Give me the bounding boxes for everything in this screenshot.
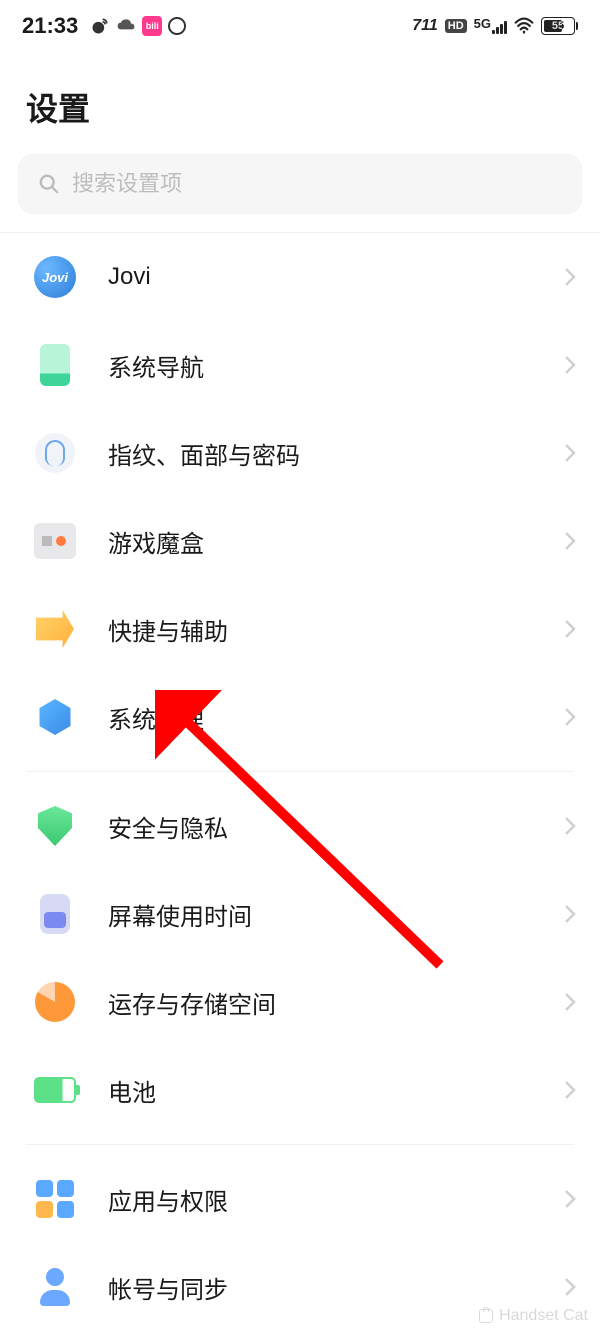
network-text-icon: 711	[412, 17, 438, 35]
chevron-right-icon	[564, 1189, 576, 1209]
status-right: 711 HD 5G 55	[412, 16, 578, 36]
status-left: 21:33 bili	[22, 13, 186, 39]
item-label: 帐号与同步	[108, 1270, 564, 1305]
settings-list: Jovi Jovi 系统导航 指纹、面部与密码 游戏魔盒 快捷与辅助 系统管理 …	[0, 233, 600, 1331]
chevron-right-icon	[564, 816, 576, 836]
battery-icon	[34, 1069, 76, 1111]
settings-item-shortcut-accessibility[interactable]: 快捷与辅助	[0, 585, 600, 673]
item-label: 系统管理	[108, 700, 564, 735]
cloud-icon	[116, 16, 136, 36]
item-label: 运存与存储空间	[108, 985, 564, 1020]
screentime-icon	[34, 893, 76, 935]
watermark-lock-icon	[479, 1309, 493, 1323]
status-time: 21:33	[22, 13, 78, 39]
search-icon	[38, 173, 60, 195]
item-label: 屏幕使用时间	[108, 897, 564, 932]
watermark-text: Handset Cat	[499, 1307, 588, 1325]
chevron-right-icon	[564, 904, 576, 924]
arrow-shortcut-icon	[34, 608, 76, 650]
item-label: 应用与权限	[108, 1182, 564, 1217]
hexagon-system-icon	[34, 696, 76, 738]
bilibili-icon: bili	[142, 16, 162, 36]
settings-item-game-box[interactable]: 游戏魔盒	[0, 497, 600, 585]
chevron-right-icon	[564, 443, 576, 463]
item-label: 快捷与辅助	[108, 612, 564, 647]
status-icons-left: bili	[90, 16, 186, 36]
signal-5g-group: 5G	[474, 19, 507, 34]
chevron-right-icon	[564, 1277, 576, 1297]
settings-item-screen-time[interactable]: 屏幕使用时间	[0, 870, 600, 958]
jovi-icon: Jovi	[34, 256, 76, 298]
ring-icon	[168, 17, 186, 35]
gamepad-icon	[34, 520, 76, 562]
settings-item-apps-permissions[interactable]: 应用与权限	[0, 1155, 600, 1243]
item-label: 指纹、面部与密码	[108, 436, 564, 471]
settings-item-jovi[interactable]: Jovi Jovi	[0, 233, 600, 321]
settings-item-system-navigation[interactable]: 系统导航	[0, 321, 600, 409]
signal-bars-icon	[492, 20, 507, 34]
phone-nav-icon	[34, 344, 76, 386]
chevron-right-icon	[564, 355, 576, 375]
group-divider	[26, 1144, 574, 1145]
weibo-icon	[90, 16, 110, 36]
settings-item-security-privacy[interactable]: 安全与隐私	[0, 782, 600, 870]
search-input[interactable]	[72, 171, 562, 197]
item-label: 游戏魔盒	[108, 524, 564, 559]
settings-item-fingerprint-face-password[interactable]: 指纹、面部与密码	[0, 409, 600, 497]
settings-item-system-management[interactable]: 系统管理	[0, 673, 600, 761]
item-label: Jovi	[108, 263, 564, 291]
storage-pie-icon	[34, 981, 76, 1023]
chevron-right-icon	[564, 707, 576, 727]
battery-indicator-icon: 55	[541, 17, 578, 35]
shield-icon	[34, 805, 76, 847]
status-bar: 21:33 bili 711 HD 5G 55	[0, 0, 600, 48]
item-label: 电池	[108, 1073, 564, 1108]
account-person-icon	[34, 1266, 76, 1308]
settings-item-ram-storage[interactable]: 运存与存储空间	[0, 958, 600, 1046]
apps-grid-icon	[34, 1178, 76, 1220]
fingerprint-icon	[34, 432, 76, 474]
chevron-right-icon	[564, 267, 576, 287]
search-bar[interactable]	[18, 154, 582, 214]
item-label: 系统导航	[108, 348, 564, 383]
item-label: 安全与隐私	[108, 809, 564, 844]
chevron-right-icon	[564, 992, 576, 1012]
battery-percent: 55	[552, 20, 564, 32]
chevron-right-icon	[564, 531, 576, 551]
page-title: 设置	[0, 48, 600, 154]
hd-badge-icon: HD	[445, 19, 467, 33]
chevron-right-icon	[564, 1080, 576, 1100]
network-5g-icon: 5G	[474, 16, 491, 31]
settings-item-battery[interactable]: 电池	[0, 1046, 600, 1134]
watermark: Handset Cat	[479, 1307, 588, 1325]
group-divider	[26, 771, 574, 772]
chevron-right-icon	[564, 619, 576, 639]
wifi-icon	[514, 16, 534, 36]
